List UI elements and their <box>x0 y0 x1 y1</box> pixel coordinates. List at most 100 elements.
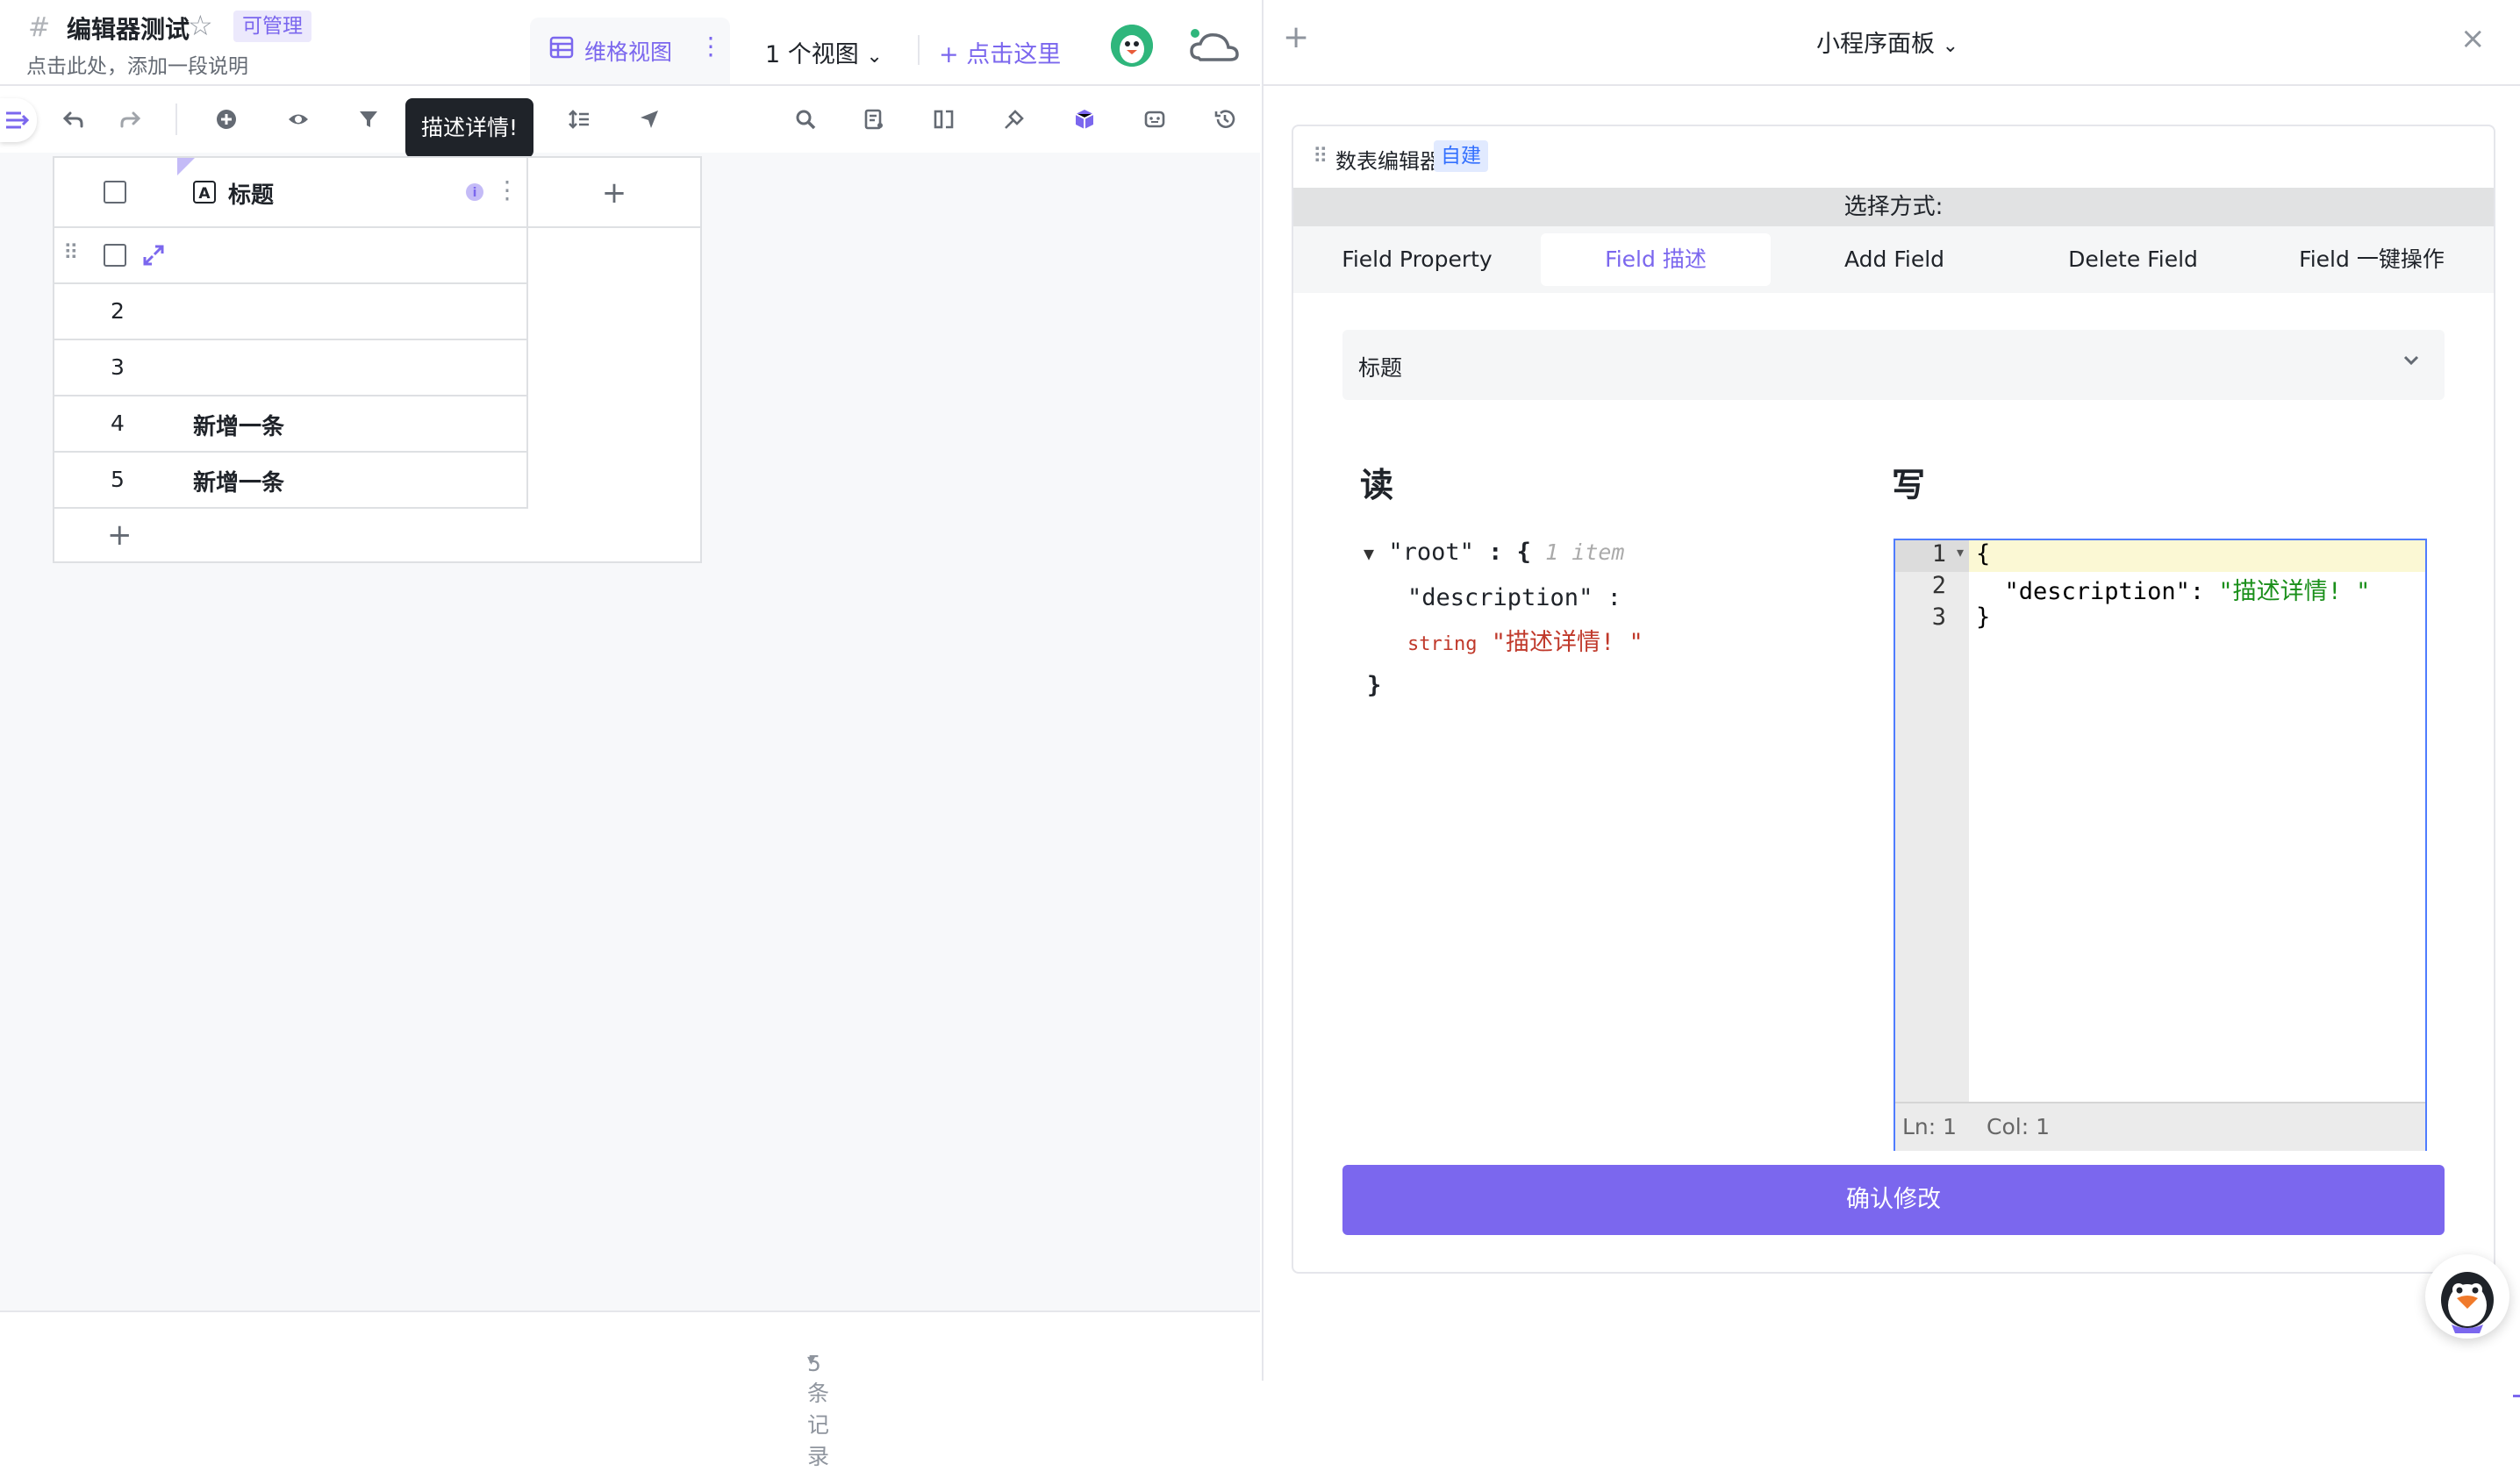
add-view-button[interactable]: + 点击这里 <box>939 35 1061 69</box>
widget-name: 数表编辑器 <box>1335 149 1441 174</box>
line-number: 2 <box>1931 572 1946 599</box>
code-line-2-value: "描述详情! " <box>2218 578 2371 605</box>
json-description-value: "描述详情! " <box>1491 629 1643 656</box>
json-close-brace: } <box>1367 672 1382 699</box>
star-icon[interactable]: ☆ <box>188 9 213 42</box>
divider <box>1264 84 2520 86</box>
grid-view-icon <box>549 36 574 59</box>
user-avatar[interactable] <box>1111 25 1153 67</box>
field-name-title[interactable]: 标题 <box>228 177 274 210</box>
cell-title[interactable]: 新增一条 <box>193 465 284 497</box>
table-row[interactable]: 5 新增一条 <box>54 453 528 509</box>
chevron-down-icon: ⌄ <box>1942 35 1959 57</box>
toolbar-divider <box>175 104 177 135</box>
field-description-tooltip: 描述详情! <box>405 98 534 167</box>
penguin-assistant-icon <box>2441 1272 2494 1333</box>
editor-statusbar: Ln: 1 Col: 1 <box>1895 1102 2425 1151</box>
sidebar-expand-icon <box>6 111 30 129</box>
cursor-column: Col: 1 <box>1987 1114 2050 1139</box>
mode-tabs: Field Property Field 描述 Add Field Delete… <box>1293 226 2494 293</box>
plus-icon: + <box>107 518 132 553</box>
widget-panel: + 小程序面板 ⌄ × ⠿ 数表编辑器 自建 选择方式: Field Prope… <box>1262 0 2520 1397</box>
confirm-button[interactable]: 确认修改 <box>1342 1165 2445 1235</box>
drag-handle-icon[interactable]: ⠿ <box>63 240 79 265</box>
tab-field-property[interactable]: Field Property <box>1302 233 1532 286</box>
code-line-2-key: "description": <box>1976 578 2219 605</box>
datasheet-title[interactable]: 编辑器测试 <box>67 11 190 46</box>
form-icon[interactable] <box>856 102 891 137</box>
hide-fields-icon[interactable] <box>281 102 316 137</box>
assistant-avatar[interactable] <box>2425 1254 2509 1339</box>
widget-panel-title-label: 小程序面板 <box>1816 31 1935 58</box>
json-code-editor[interactable]: 1 ▾ 2 3 { "description": "描述详情! " } Ln: … <box>1894 539 2427 1151</box>
row-checkbox[interactable] <box>104 244 126 267</box>
share-icon[interactable] <box>632 102 667 137</box>
field-select-value: 标题 <box>1358 355 1403 381</box>
add-row-button[interactable]: + <box>54 514 528 563</box>
table-row[interactable]: ⠿ <box>54 228 528 284</box>
add-column-button[interactable]: + <box>528 158 700 228</box>
filter-icon[interactable] <box>351 102 386 137</box>
tab-add-field[interactable]: Add Field <box>1779 233 2009 286</box>
json-value-line: string "描述详情! " <box>1407 623 1643 657</box>
code-line-1: { <box>1976 540 1991 568</box>
row-number: 4 <box>111 411 125 436</box>
primary-field-marker-icon <box>177 158 195 175</box>
fold-caret-icon[interactable]: ▾ <box>1957 544 1964 561</box>
view-more-icon[interactable]: ⋮ <box>698 32 723 61</box>
field-more-icon[interactable]: ⋮ <box>495 175 519 204</box>
close-icon[interactable]: × <box>2460 21 2486 56</box>
datasheet-description[interactable]: 点击此处，添加一段说明 <box>26 49 248 79</box>
tab-field-batch[interactable]: Field 一键操作 <box>2257 233 2487 286</box>
text-field-icon: A <box>193 181 216 204</box>
widget-icon[interactable] <box>1067 102 1102 137</box>
json-root-line[interactable]: ▼ "root" : { 1 item <box>1364 539 1624 566</box>
svg-text:i: i <box>473 186 477 200</box>
tab-field-description[interactable]: Field 描述 <box>1541 233 1771 286</box>
collapse-triangle-icon[interactable]: ▼ <box>1364 543 1374 564</box>
row-number: 2 <box>111 298 125 324</box>
json-root-brace: : { <box>1488 539 1531 566</box>
add-record-icon[interactable] <box>209 102 244 137</box>
widget-panel-title[interactable]: 小程序面板 ⌄ <box>1816 25 1958 59</box>
field-info-icon[interactable]: i <box>465 182 484 202</box>
active-line-highlight <box>1969 540 2425 572</box>
expand-record-icon[interactable] <box>142 244 165 267</box>
field-select[interactable]: 标题 <box>1342 330 2445 400</box>
add-view-label: 点击这里 <box>966 41 1062 68</box>
cloud-sync-icon[interactable] <box>1186 23 1241 67</box>
select-all-checkbox[interactable] <box>104 181 126 204</box>
line-number: 1 <box>1931 540 1946 568</box>
api-icon[interactable] <box>927 102 962 137</box>
json-root-key: "root" <box>1388 539 1474 566</box>
view-count-dropdown[interactable]: 1 个视图 ⌄ <box>765 35 883 69</box>
json-item-count: 1 item <box>1545 539 1625 565</box>
datasheet-header: # 编辑器测试 ☆ 可管理 点击此处，添加一段说明 维格视图 ⋮ 1 个视图 ⌄… <box>0 0 1260 86</box>
toolbar <box>0 86 1260 153</box>
table-row[interactable]: 4 新增一条 <box>54 396 528 453</box>
robot-icon[interactable] <box>997 102 1032 137</box>
editor-gutter: 1 ▾ 2 3 <box>1895 540 1969 1102</box>
search-icon[interactable] <box>788 102 823 137</box>
drag-handle-icon[interactable]: ⠿ <box>1313 144 1328 168</box>
json-description-key: "description" : <box>1407 584 1622 611</box>
penguin-avatar-icon <box>1111 25 1153 67</box>
history-icon[interactable] <box>1207 102 1242 137</box>
row-number: 3 <box>111 354 125 380</box>
write-heading: 写 <box>1892 466 1926 504</box>
tab-delete-field[interactable]: Delete Field <box>2018 233 2248 286</box>
permission-badge: 可管理 <box>233 11 311 42</box>
table-row[interactable]: 2 <box>54 284 528 340</box>
redo-icon[interactable] <box>112 102 147 137</box>
json-key-line: "description" : <box>1407 584 1622 611</box>
view-tab-grid[interactable]: 维格视图 ⋮ <box>530 18 730 84</box>
cell-title[interactable]: 新增一条 <box>193 409 284 441</box>
chevron-down-icon <box>2403 355 2419 366</box>
add-widget-icon[interactable]: + <box>1283 19 1309 55</box>
resize-handle-icon[interactable] <box>2513 1386 2520 1397</box>
undo-icon[interactable] <box>56 102 91 137</box>
apps-icon[interactable] <box>1137 102 1172 137</box>
row-height-icon[interactable] <box>562 102 597 137</box>
table-row[interactable]: 3 <box>54 340 528 396</box>
code-line-2: "description": "描述详情! " <box>1976 572 2371 606</box>
